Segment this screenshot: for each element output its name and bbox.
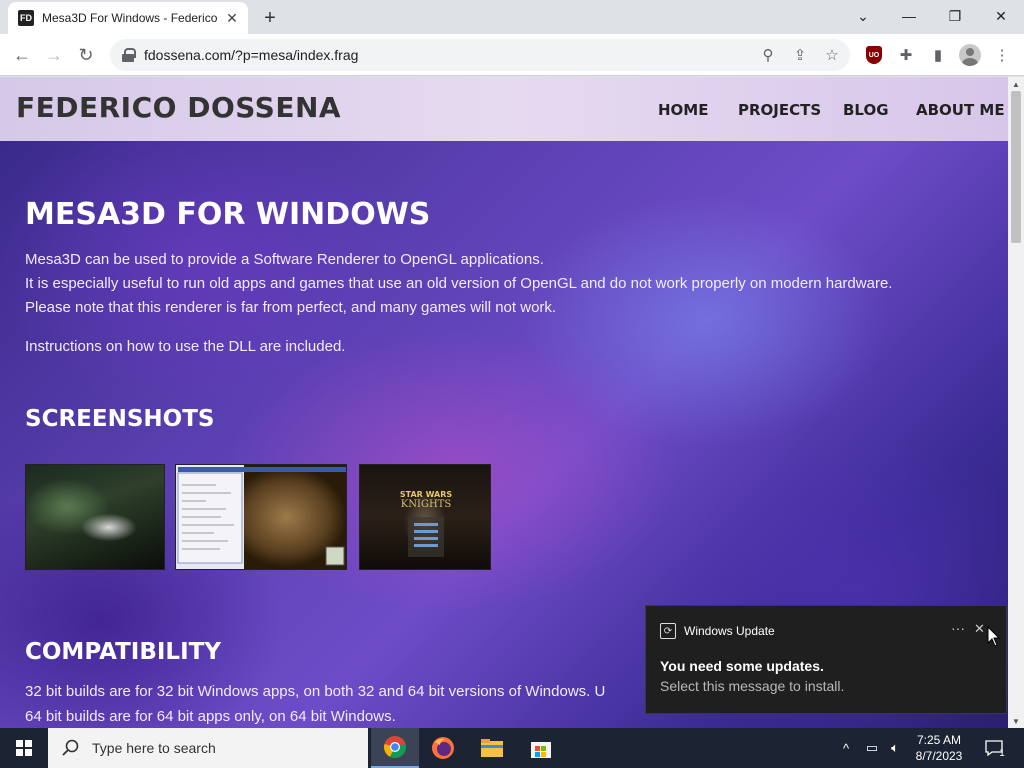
windows-update-icon: ⟳ [660, 623, 676, 639]
compatibility-heading: COMPATIBILITY [25, 639, 221, 665]
nav-projects[interactable]: PROJECTS [738, 101, 821, 119]
scroll-up-icon[interactable]: ▲ [1008, 77, 1024, 91]
intro-line-3: Please note that this renderer is far fr… [25, 299, 557, 316]
svg-text:STAR WARS: STAR WARS [400, 490, 453, 499]
windows-update-notification[interactable]: ⟳ Windows Update ··· ✕ You need some upd… [645, 605, 1007, 714]
toast-body: Select this message to install. [660, 678, 845, 694]
windows-taskbar: Type here to search ^ ▭ 🔈︎ 7:25 AM 8/7/2… [0, 728, 1024, 768]
back-arrow-icon[interactable]: ← [8, 41, 36, 69]
site-header: FEDERICO DOSSENA HOME PROJECTS BLOG ABOU… [0, 77, 1008, 141]
intro-line-2: It is especially useful to run old apps … [25, 275, 893, 292]
search-icon[interactable]: ⚲ [758, 45, 778, 65]
profile-avatar-icon[interactable] [958, 43, 982, 67]
tab-search-chevron-icon[interactable]: ⌄ [840, 0, 886, 32]
mouse-cursor-icon [987, 626, 1001, 647]
search-placeholder: Type here to search [92, 740, 216, 756]
screenshot-thumbnail-3[interactable]: STAR WARS KNIGHTS [359, 464, 491, 570]
scrollbar-thumb[interactable] [1011, 91, 1021, 243]
extensions-puzzle-icon[interactable]: ✚ [894, 43, 918, 67]
toast-app-name: Windows Update [684, 624, 775, 638]
url-text[interactable]: fdossena.com/?p=mesa/index.frag [144, 47, 358, 63]
page-title: MESA3D FOR WINDOWS [25, 197, 431, 232]
notification-count: 1 [999, 747, 1005, 759]
clock-date: 8/7/2023 [915, 749, 963, 763]
share-icon[interactable]: ⇪ [790, 45, 810, 65]
browser-tab[interactable]: FD Mesa3D For Windows - Federico ✕ [8, 2, 248, 34]
nav-about-me[interactable]: ABOUT ME [916, 101, 1005, 119]
page-scrollbar[interactable]: ▲ ▼ [1008, 77, 1024, 728]
reload-icon[interactable]: ↻ [72, 41, 100, 69]
close-window-icon[interactable]: ✕ [978, 0, 1024, 32]
tab-strip: FD Mesa3D For Windows - Federico ✕ + ⌄ —… [0, 0, 1024, 34]
browser-toolbar: ← → ↻ fdossena.com/?p=mesa/index.frag ⚲ … [0, 34, 1024, 76]
debug-window-graphic [177, 467, 346, 566]
microsoft-store-taskbar-icon[interactable] [517, 728, 565, 768]
system-clock[interactable]: 7:25 AM 8/7/2023 [908, 732, 970, 764]
close-tab-icon[interactable]: ✕ [224, 10, 240, 26]
show-hidden-icons-icon[interactable]: ^ [838, 728, 854, 768]
screenshots-heading: SCREENSHOTS [25, 406, 215, 432]
dismiss-notification-icon[interactable]: ✕ [974, 621, 985, 637]
minimize-icon[interactable]: — [886, 0, 932, 32]
site-logo[interactable]: FEDERICO DOSSENA [16, 91, 341, 124]
clock-time: 7:25 AM [916, 733, 962, 747]
windows-logo-icon [16, 740, 32, 756]
tab-title: Mesa3D For Windows - Federico [42, 11, 218, 25]
address-bar[interactable]: fdossena.com/?p=mesa/index.frag ⚲ ⇪ ☆ [110, 39, 850, 71]
screenshot-thumbnail-2[interactable] [175, 464, 347, 570]
bookmark-star-icon[interactable]: ☆ [822, 45, 842, 65]
firefox-taskbar-icon[interactable] [419, 728, 467, 768]
compat-line-2: 64 bit builds are for 64 bit apps only, … [25, 708, 396, 725]
volume-icon[interactable]: 🔈︎ [885, 728, 905, 768]
compat-line-1: 32 bit builds are for 32 bit Windows app… [25, 683, 606, 700]
more-options-icon[interactable]: ··· [951, 620, 965, 636]
search-icon [62, 739, 79, 756]
side-panel-icon[interactable]: ▮ [926, 43, 950, 67]
menu-kebab-icon[interactable]: ⋮ [990, 43, 1014, 67]
instructions-text: Instructions on how to use the DLL are i… [25, 338, 346, 355]
ublock-extension-icon[interactable]: UO [862, 43, 886, 67]
network-icon[interactable]: ▭ [862, 728, 882, 768]
toast-title: You need some updates. [660, 658, 824, 674]
lock-icon[interactable] [122, 48, 136, 62]
site-favicon-icon: FD [18, 10, 34, 26]
restore-icon[interactable]: ❐ [932, 0, 978, 32]
scroll-down-icon[interactable]: ▼ [1008, 714, 1024, 728]
new-tab-icon[interactable]: + [258, 6, 282, 30]
screenshot-thumbnail-1[interactable] [25, 464, 165, 570]
svg-text:KNIGHTS: KNIGHTS [401, 499, 452, 510]
taskbar-search-box[interactable]: Type here to search [48, 728, 368, 768]
forward-arrow-icon[interactable]: → [40, 41, 68, 69]
nav-home[interactable]: HOME [658, 101, 708, 119]
action-center-icon[interactable]: 1 [980, 728, 1010, 768]
start-button[interactable] [0, 728, 48, 768]
nav-blog[interactable]: BLOG [843, 101, 889, 119]
game-title-graphic: STAR WARS KNIGHTS [400, 490, 453, 557]
chrome-taskbar-icon[interactable] [371, 728, 419, 768]
intro-line-1: Mesa3D can be used to provide a Software… [25, 251, 544, 268]
file-explorer-taskbar-icon[interactable] [468, 728, 516, 768]
